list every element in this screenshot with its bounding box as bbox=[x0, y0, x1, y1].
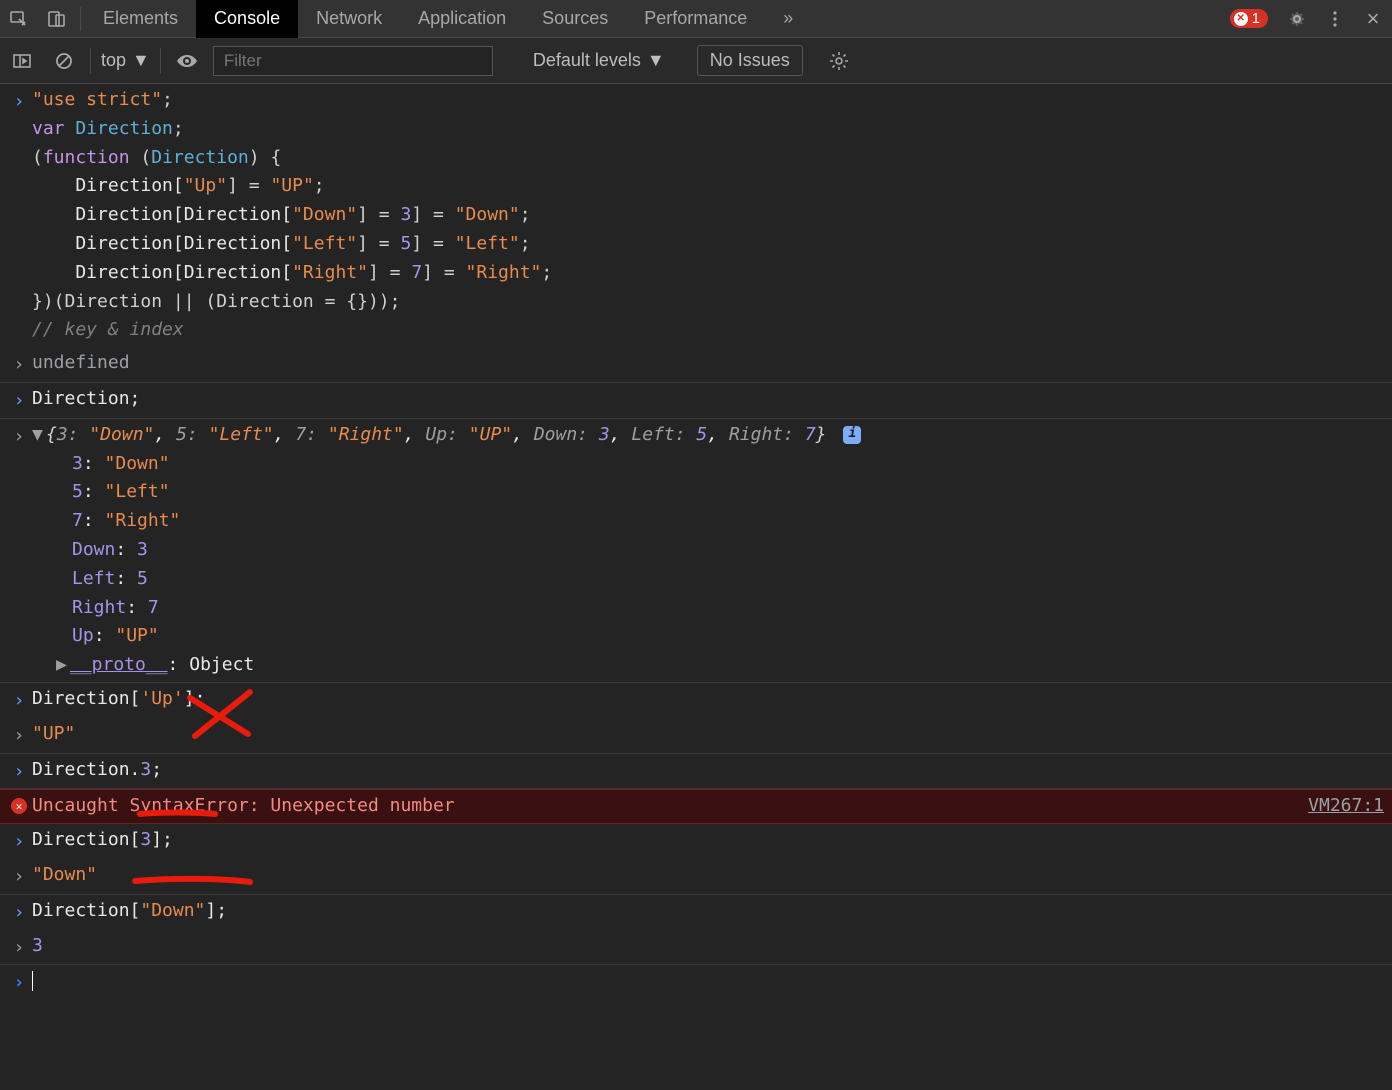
console-output-row: ‹ undefined bbox=[0, 347, 1392, 383]
divider bbox=[160, 48, 161, 74]
console-output-row: ‹ "Down" bbox=[0, 859, 1392, 895]
tab-performance[interactable]: Performance bbox=[626, 0, 765, 38]
code-line[interactable]: Direction.3; bbox=[32, 756, 1384, 787]
toggle-sidebar-icon[interactable] bbox=[6, 45, 38, 77]
output-value[interactable]: undefined bbox=[32, 349, 1384, 380]
console-input-row: › Direction["Down"]; bbox=[0, 895, 1392, 930]
console-output-row: ‹ "UP" bbox=[0, 718, 1392, 754]
code-line[interactable]: Direction["Down"]; bbox=[32, 897, 1384, 928]
tab-console[interactable]: Console bbox=[196, 0, 298, 38]
log-levels-selector[interactable]: Default levels ▼ bbox=[533, 50, 665, 71]
console-input-row: › Direction.3; bbox=[0, 754, 1392, 790]
tab-more[interactable]: » bbox=[765, 0, 811, 38]
source-link[interactable]: VM267:1 bbox=[1308, 792, 1384, 821]
input-chevron-icon: › bbox=[6, 385, 32, 416]
code-block[interactable]: "use strict"; var Direction; (function (… bbox=[32, 86, 1384, 345]
input-chevron-icon: › bbox=[6, 826, 32, 857]
tab-elements[interactable]: Elements bbox=[85, 0, 196, 38]
chevron-down-icon: ▼ bbox=[132, 50, 150, 71]
device-toolbar-icon[interactable] bbox=[38, 0, 76, 38]
console-settings-gear-icon[interactable] bbox=[823, 45, 855, 77]
expand-triangle-icon[interactable]: ▶ bbox=[56, 651, 70, 680]
console-toolbar: top ▼ Default levels ▼ No Issues bbox=[0, 38, 1392, 84]
prompt-input[interactable] bbox=[32, 967, 1384, 998]
divider bbox=[90, 48, 91, 74]
console-input-row: › "use strict"; var Direction; (function… bbox=[0, 84, 1392, 347]
tab-network[interactable]: Network bbox=[298, 0, 400, 38]
object-output[interactable]: ▼{3: "Down", 5: "Left", 7: "Right", Up: … bbox=[32, 421, 1384, 680]
console-input-row: › Direction; bbox=[0, 383, 1392, 419]
output-chevron-icon: ‹ bbox=[6, 720, 32, 751]
console-input-row: › Direction[3]; bbox=[0, 824, 1392, 859]
code-line[interactable]: Direction[3]; bbox=[32, 826, 1384, 857]
input-chevron-icon: › bbox=[6, 756, 32, 787]
clear-console-icon[interactable] bbox=[48, 45, 80, 77]
tab-application[interactable]: Application bbox=[400, 0, 524, 38]
context-label: top bbox=[101, 50, 126, 71]
console-prompt-row[interactable]: › bbox=[0, 965, 1392, 1000]
error-count: 1 bbox=[1252, 10, 1260, 27]
error-count-badge[interactable]: ✕ 1 bbox=[1230, 9, 1268, 28]
expand-triangle-icon[interactable]: ▼ bbox=[32, 421, 46, 450]
chevron-down-icon: ▼ bbox=[647, 50, 665, 71]
error-x-icon: ✕ bbox=[1234, 12, 1248, 26]
info-badge-icon[interactable]: i bbox=[843, 426, 861, 444]
output-chevron-icon: ‹ bbox=[6, 421, 32, 680]
tab-sources[interactable]: Sources bbox=[524, 0, 626, 38]
levels-label: Default levels bbox=[533, 50, 641, 71]
error-message[interactable]: Uncaught SyntaxError: Unexpected numberV… bbox=[32, 792, 1384, 821]
output-value[interactable]: "UP" bbox=[32, 720, 1384, 751]
error-circle-icon: ✕ bbox=[11, 798, 27, 814]
error-icon-gutter: ✕ bbox=[6, 792, 32, 821]
kebab-menu-icon[interactable] bbox=[1316, 0, 1354, 38]
console-output-row: ‹ ▼{3: "Down", 5: "Left", 7: "Right", Up… bbox=[0, 419, 1392, 683]
console-body: › "use strict"; var Direction; (function… bbox=[0, 84, 1392, 1000]
output-chevron-icon: ‹ bbox=[6, 932, 32, 963]
issues-button[interactable]: No Issues bbox=[697, 45, 803, 76]
devtools-tabbar: Elements Console Network Application Sou… bbox=[0, 0, 1392, 38]
settings-gear-icon[interactable] bbox=[1278, 0, 1316, 38]
divider bbox=[80, 7, 81, 31]
output-chevron-icon: ‹ bbox=[6, 861, 32, 892]
input-chevron-icon: › bbox=[6, 685, 32, 716]
output-value[interactable]: "Down" bbox=[32, 861, 1384, 892]
live-expression-eye-icon[interactable] bbox=[171, 45, 203, 77]
input-chevron-icon: › bbox=[6, 967, 32, 998]
input-chevron-icon: › bbox=[6, 86, 32, 345]
output-value[interactable]: 3 bbox=[32, 932, 1384, 963]
output-chevron-icon: ‹ bbox=[6, 349, 32, 380]
inspect-element-icon[interactable] bbox=[0, 0, 38, 38]
console-input-row: › Direction['Up']; bbox=[0, 683, 1392, 718]
console-output-row: ‹ 3 bbox=[0, 930, 1392, 966]
code-line[interactable]: Direction['Up']; bbox=[32, 685, 1384, 716]
console-error-row: ✕ Uncaught SyntaxError: Unexpected numbe… bbox=[0, 789, 1392, 824]
input-chevron-icon: › bbox=[6, 897, 32, 928]
context-selector[interactable]: top ▼ bbox=[101, 50, 150, 71]
close-panel-icon[interactable]: × bbox=[1354, 0, 1392, 38]
filter-input[interactable] bbox=[213, 46, 493, 76]
code-line[interactable]: Direction; bbox=[32, 385, 1384, 416]
